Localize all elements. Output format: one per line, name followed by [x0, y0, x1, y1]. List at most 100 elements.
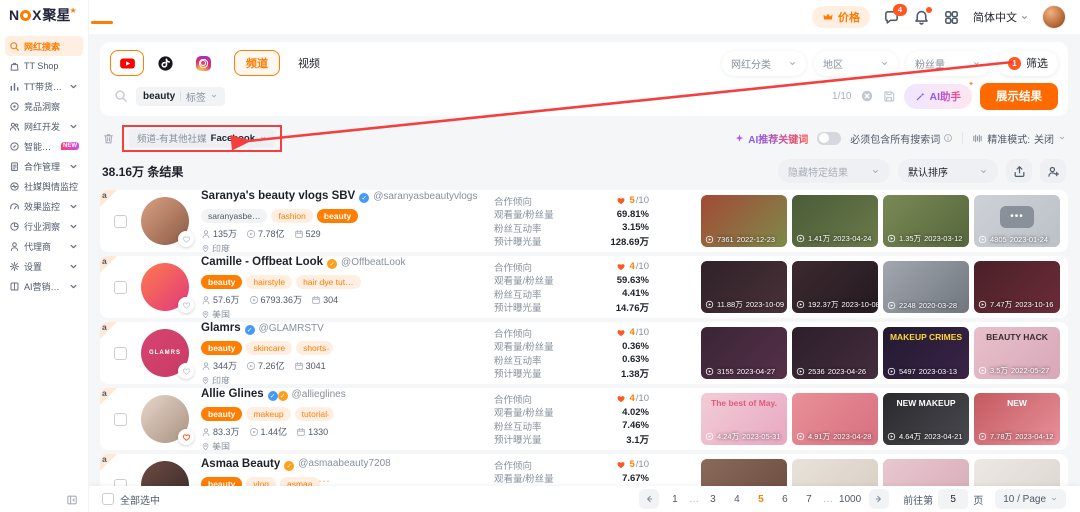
topic-tag[interactable]: hairstyle	[246, 275, 292, 289]
page-number[interactable]: 5	[751, 494, 771, 505]
favorite-button[interactable]	[178, 363, 194, 379]
favorite-button[interactable]	[178, 231, 194, 247]
video-thumbnail[interactable]: MAKEUP CRIMES 5497 2023-03-13	[883, 327, 969, 379]
content-tab-1[interactable]: 视频	[286, 50, 332, 76]
video-thumbnail[interactable]: 7361 2022-12-23	[701, 195, 787, 247]
select-all-checkbox[interactable]	[102, 493, 114, 505]
topic-tag[interactable]: saranyasbe…	[201, 209, 267, 223]
precise-mode-selector[interactable]: 精准模式: 关闭	[972, 131, 1066, 146]
sidebar-item-9[interactable]: 行业洞察	[5, 216, 83, 236]
ai-suggest-label: AI推荐关键词	[748, 131, 808, 146]
page-number[interactable]: 3	[703, 494, 723, 505]
topic-tag[interactable]: beauty	[201, 341, 242, 355]
goto-page-input[interactable]	[938, 489, 968, 509]
notifications-icon[interactable]	[913, 9, 930, 26]
influencer-name[interactable]: Allie Glines	[201, 388, 264, 400]
platform-youtube[interactable]	[110, 50, 144, 76]
sidebar-item-3[interactable]: 竞品洞察	[5, 96, 83, 116]
page-number[interactable]: 7	[799, 494, 819, 505]
topic-tag[interactable]: beauty	[201, 407, 242, 421]
video-thumbnail[interactable]: NEW 7.78万 2023-04-12	[974, 393, 1060, 445]
video-thumbnail[interactable]: BEAUTY HACK 3.5万 2022-05-27	[974, 327, 1060, 379]
sidebar-item-6[interactable]: 合作管理	[5, 156, 83, 176]
sidebar-item-11[interactable]: 设置	[5, 256, 83, 276]
influencer-name[interactable]: Glamrs	[201, 322, 241, 334]
video-thumbnail[interactable]: 1.41万 2023-04-24	[792, 195, 878, 247]
sidebar-item-8[interactable]: 效果监控	[5, 196, 83, 216]
video-thumbnail[interactable]: 7.47万 2023-10-16	[974, 261, 1060, 313]
row-checkbox[interactable]	[114, 347, 127, 360]
favorite-button[interactable]	[178, 297, 194, 313]
video-thumbnail[interactable]: 2536 2023-04-26	[792, 327, 878, 379]
applied-filter-tag[interactable]: 频道-有其他社媒 Facebook	[129, 129, 275, 148]
sidebar-item-5[interactable]: 智能营销计划NEW	[5, 136, 83, 156]
more-button[interactable]: ⋯	[318, 342, 331, 356]
sidebar-item-4[interactable]: 网红开发	[5, 116, 83, 136]
show-results-button[interactable]: 展示结果	[980, 83, 1058, 110]
video-thumbnail[interactable]: 4.91万 2023-04-28	[792, 393, 878, 445]
influencer-name[interactable]: Camille - Offbeat Look	[201, 256, 323, 268]
user-avatar[interactable]	[1042, 5, 1066, 29]
prev-page-button[interactable]	[639, 489, 659, 509]
price-button[interactable]: 价格	[812, 6, 870, 28]
sidebar-item-2[interactable]: TT带货热榜	[5, 76, 83, 96]
language-selector[interactable]: 简体中文	[973, 9, 1029, 25]
page-number[interactable]: 1	[665, 494, 685, 505]
topic-tag[interactable]: fashion	[271, 209, 312, 223]
more-button[interactable]: ⋯	[318, 408, 331, 422]
topic-tag[interactable]: makeup	[246, 407, 290, 421]
ai-assistant-button[interactable]: AI助手 ✦	[904, 84, 973, 109]
page-number[interactable]: 6	[775, 494, 795, 505]
save-search-icon[interactable]	[882, 89, 896, 103]
page-number[interactable]: 4	[727, 494, 747, 505]
video-thumbnail[interactable]: 192.37万 2023-10-08	[792, 261, 878, 313]
video-thumbnail[interactable]: 11.88万 2023-10-09	[701, 261, 787, 313]
keyword-tag[interactable]: beauty | 标签	[136, 87, 225, 106]
video-thumbnail[interactable]: 2248 2020-03-28	[883, 261, 969, 313]
apps-grid-icon[interactable]	[943, 9, 960, 26]
exposure-value: 128.69万	[610, 234, 649, 248]
clear-search-icon[interactable]	[860, 89, 874, 103]
video-thumbnail[interactable]: NEW MAKEUP 4.64万 2023-04-21	[883, 393, 969, 445]
messages-icon[interactable]: 4	[883, 9, 900, 26]
more-button[interactable]: ⋯	[318, 276, 331, 290]
content-tab-0[interactable]: 频道	[234, 50, 280, 76]
region-filter-dropdown[interactable]: 地区	[814, 51, 898, 76]
favorite-button[interactable]	[178, 429, 194, 445]
topic-tag[interactable]: beauty	[201, 275, 242, 289]
category-filter-dropdown[interactable]: 网红分类	[722, 51, 806, 76]
video-thumbnail[interactable]: 3155 2023-04-27	[701, 327, 787, 379]
topic-tag[interactable]: skincare	[246, 341, 292, 355]
sidebar-item-0[interactable]: 网红搜索	[5, 36, 83, 56]
more-button[interactable]: ⋯	[318, 210, 331, 224]
ai-suggest-keywords[interactable]: AI推荐关键词	[734, 131, 808, 146]
must-include-toggle[interactable]	[817, 132, 841, 145]
sort-dropdown[interactable]: 默认排序	[898, 159, 998, 183]
sidebar-item-10[interactable]: 代理商	[5, 236, 83, 256]
platform-tiktok[interactable]	[148, 50, 182, 76]
influencer-name[interactable]: Saranya's beauty vlogs SBV	[201, 190, 355, 202]
row-checkbox[interactable]	[114, 281, 127, 294]
filter-button[interactable]: 1 筛选	[998, 51, 1058, 76]
page-size-selector[interactable]: 10 / Page	[995, 489, 1066, 509]
add-to-group-button[interactable]	[1040, 159, 1066, 183]
app-logo[interactable]: NX聚星★	[0, 0, 88, 30]
row-checkbox[interactable]	[114, 215, 127, 228]
video-thumbnail[interactable]: 4805 2023-01-24 •••	[974, 195, 1060, 247]
sidebar-item-12[interactable]: AI营销研究院	[5, 276, 83, 296]
trash-icon[interactable]	[102, 132, 115, 145]
followers-filter-dropdown[interactable]: 粉丝量	[906, 51, 990, 76]
collapse-sidebar-icon[interactable]	[66, 494, 78, 506]
page-number[interactable]: 1000	[837, 494, 863, 505]
sidebar-item-7[interactable]: 社媒舆情监控	[5, 176, 83, 196]
video-thumbnail[interactable]: The best of May. 4.24万 2023-05-31	[701, 393, 787, 445]
next-page-button[interactable]	[869, 489, 889, 509]
sidebar-item-1[interactable]: TT Shop	[5, 56, 83, 76]
export-button[interactable]	[1006, 159, 1032, 183]
hide-results-dropdown[interactable]: 隐藏特定结果	[778, 159, 890, 183]
influencer-name[interactable]: Asmaa Beauty	[201, 458, 280, 470]
row-checkbox[interactable]	[114, 413, 127, 426]
video-thumbnail[interactable]: 1.35万 2023-03-12	[883, 195, 969, 247]
applied-filter-value: Facebook	[211, 133, 255, 144]
platform-instagram[interactable]	[186, 50, 220, 76]
